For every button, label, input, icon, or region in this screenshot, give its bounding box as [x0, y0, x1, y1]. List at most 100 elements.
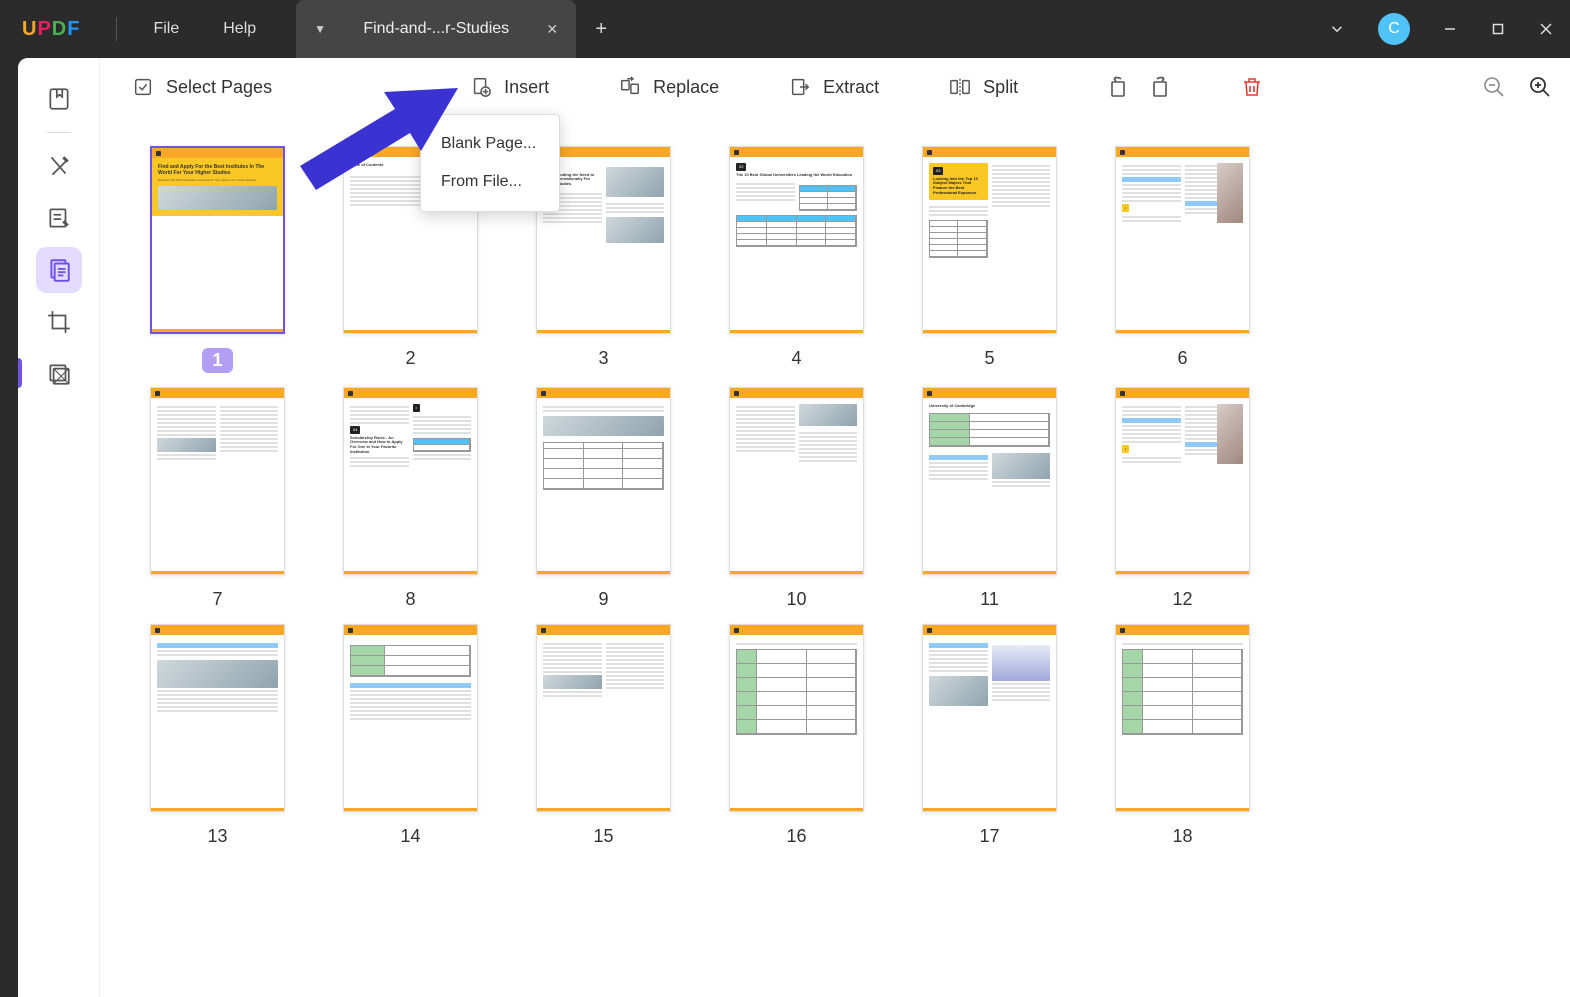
bookmark-tool-icon[interactable]: [36, 76, 82, 122]
minimize-button[interactable]: [1426, 0, 1474, 58]
page-number-label: 4: [791, 348, 801, 369]
page-thumbnail-image[interactable]: [1115, 624, 1250, 812]
page-thumbnail[interactable]: 17: [922, 624, 1057, 847]
page-thumbnail[interactable]: 15: [536, 624, 671, 847]
window-controls: C: [1312, 0, 1570, 58]
extract-label: Extract: [823, 77, 879, 98]
insert-label: Insert: [504, 77, 549, 98]
sidebar-active-indicator: [18, 358, 22, 388]
page-number-label: 7: [212, 589, 222, 610]
page-thumbnail-image[interactable]: •: [1115, 387, 1250, 575]
zoom-out-button[interactable]: [1482, 75, 1506, 99]
user-avatar[interactable]: C: [1378, 13, 1410, 45]
edit-tool-icon[interactable]: [36, 195, 82, 241]
page-thumbnail-image[interactable]: [729, 387, 864, 575]
extract-button[interactable]: Extract: [775, 72, 893, 102]
insert-from-file-item[interactable]: From File...: [421, 163, 559, 201]
menu-help[interactable]: Help: [201, 0, 278, 58]
delete-page-button[interactable]: [1236, 71, 1268, 103]
maximize-button[interactable]: [1474, 0, 1522, 58]
page-thumbnail-image[interactable]: [729, 624, 864, 812]
page-thumbnail[interactable]: 10: [729, 387, 864, 610]
tab-dropdown-icon[interactable]: ▼: [314, 22, 326, 36]
split-icon: [949, 76, 971, 98]
page-thumbnail[interactable]: 18: [1115, 624, 1250, 847]
page-number-label: 17: [979, 826, 999, 847]
split-button[interactable]: Split: [935, 72, 1032, 102]
insert-blank-page-item[interactable]: Blank Page...: [421, 125, 559, 163]
page-number-label: 18: [1172, 826, 1192, 847]
page-thumbnail-image[interactable]: 02 The 10 Best Global Universities Leadi…: [729, 146, 864, 334]
divider: [116, 17, 117, 41]
tab-close-icon[interactable]: ✕: [546, 21, 558, 38]
page-thumbnail-image[interactable]: University of Cambridge: [922, 387, 1057, 575]
page-thumbnail[interactable]: University of Cambridge 11: [922, 387, 1057, 610]
insert-icon: [470, 76, 492, 98]
page-number-label: 16: [786, 826, 806, 847]
page-number-label: 5: [984, 348, 994, 369]
select-pages-label: Select Pages: [166, 77, 272, 98]
rotate-right-button[interactable]: [1144, 71, 1176, 103]
page-number-label: 15: [593, 826, 613, 847]
trash-icon: [1240, 75, 1264, 99]
page-thumbnail[interactable]: • 12: [1115, 387, 1250, 610]
page-number-label: 8: [405, 589, 415, 610]
page-thumbnail[interactable]: • 6: [1115, 146, 1250, 373]
page-thumbnail[interactable]: 03 Looking Into the Top 10 Subject Major…: [922, 146, 1057, 373]
select-icon: [132, 76, 154, 98]
page-thumbnail-image[interactable]: [150, 387, 285, 575]
tab-title: Find-and-...r-Studies: [340, 20, 532, 38]
rotate-right-icon: [1148, 75, 1172, 99]
chevron-down-icon[interactable]: [1312, 20, 1362, 38]
replace-icon: [619, 76, 641, 98]
select-pages-button[interactable]: Select Pages: [118, 72, 286, 102]
watermark-tool-icon[interactable]: [36, 351, 82, 397]
insert-button[interactable]: Insert: [456, 72, 563, 102]
page-thumbnail[interactable]: 02 The 10 Best Global Universities Leadi…: [729, 146, 864, 373]
page-thumbnail-image[interactable]: [150, 624, 285, 812]
close-window-button[interactable]: [1522, 0, 1570, 58]
page-thumbnail-image[interactable]: [536, 387, 671, 575]
main-area: Select Pages Insert Replace: [100, 58, 1570, 997]
page-number-label: 1: [202, 348, 232, 373]
page-thumbnail[interactable]: 7: [150, 387, 285, 610]
organize-pages-tool-icon[interactable]: [36, 247, 82, 293]
workspace: Select Pages Insert Replace: [18, 58, 1570, 997]
titlebar: UPDF File Help ▼ Find-and-...r-Studies ✕…: [0, 0, 1570, 58]
sidebar-separator: [47, 132, 71, 133]
page-thumbnail[interactable]: Find and Apply For the Best Institutes I…: [150, 146, 285, 373]
page-number-label: 12: [1172, 589, 1192, 610]
page-number-label: 2: [405, 348, 415, 369]
zoom-in-button[interactable]: [1528, 75, 1552, 99]
page-thumbnail-image[interactable]: 03 Looking Into the Top 10 Subject Major…: [922, 146, 1057, 334]
page-number-label: 3: [598, 348, 608, 369]
zoom-controls: [1482, 75, 1552, 99]
page-thumbnail-grid: Find and Apply For the Best Institutes I…: [100, 116, 1570, 997]
page-thumbnail[interactable]: 16: [729, 624, 864, 847]
page-thumbnail-image[interactable]: Find and Apply For the Best Institutes I…: [150, 146, 285, 334]
page-thumbnail-image[interactable]: [343, 624, 478, 812]
insert-dropdown: Blank Page... From File...: [420, 114, 560, 212]
menu-file[interactable]: File: [131, 0, 201, 58]
document-tab[interactable]: ▼ Find-and-...r-Studies ✕: [296, 0, 576, 58]
tab-strip: ▼ Find-and-...r-Studies ✕ +: [296, 0, 626, 58]
page-number-label: 10: [786, 589, 806, 610]
page-number-label: 14: [400, 826, 420, 847]
page-number-label: 11: [980, 589, 999, 610]
rotate-left-icon: [1106, 75, 1130, 99]
new-tab-button[interactable]: +: [576, 0, 626, 58]
crop-tool-icon[interactable]: [36, 299, 82, 345]
page-thumbnail[interactable]: 14: [343, 624, 478, 847]
page-thumbnail[interactable]: 04 Scholarship Rules - An Overview and H…: [343, 387, 478, 610]
page-thumbnail[interactable]: 13: [150, 624, 285, 847]
page-thumbnail-image[interactable]: [536, 624, 671, 812]
page-thumbnail-image[interactable]: •: [1115, 146, 1250, 334]
replace-button[interactable]: Replace: [605, 72, 733, 102]
page-number-label: 9: [598, 589, 608, 610]
page-thumbnail[interactable]: 9: [536, 387, 671, 610]
comment-tool-icon[interactable]: [36, 143, 82, 189]
page-number-label: 13: [207, 826, 227, 847]
page-thumbnail-image[interactable]: [922, 624, 1057, 812]
rotate-left-button[interactable]: [1102, 71, 1134, 103]
page-thumbnail-image[interactable]: 04 Scholarship Rules - An Overview and H…: [343, 387, 478, 575]
